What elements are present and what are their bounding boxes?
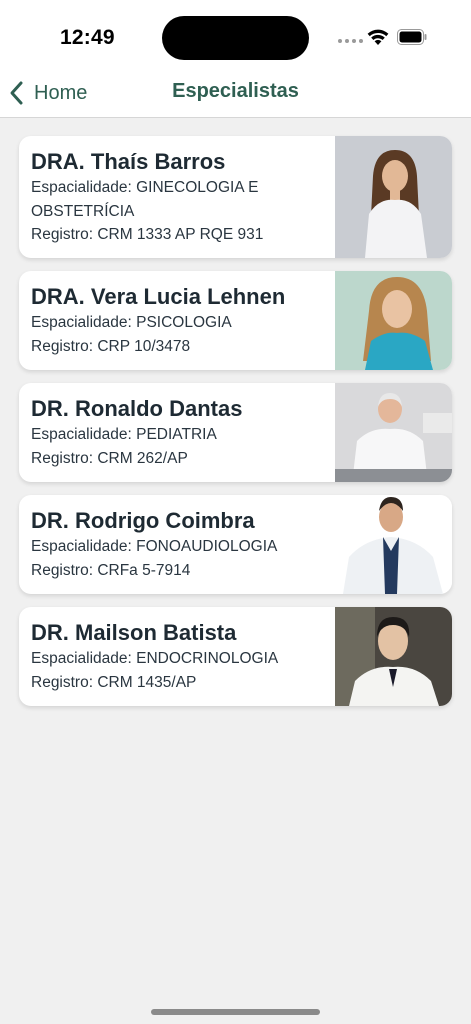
specialist-specialty: Espacialidade: ENDOCRINOLOGIA <box>31 650 279 667</box>
specialist-photo <box>335 136 452 258</box>
specialist-name: DR. Rodrigo Coimbra <box>31 508 255 533</box>
specialist-name: DRA. Thaís Barros <box>31 149 226 174</box>
specialist-name: DRA. Vera Lucia Lehnen <box>31 284 286 309</box>
specialist-specialty: Espacialidade: GINECOLOGIA E OBSTETRÍCIA <box>31 179 259 220</box>
page-title: Especialistas <box>172 80 299 102</box>
specialist-card-thais-barros[interactable]: DRA. Thaís Barros Espacialidade: GINECOL… <box>19 136 452 258</box>
specialist-photo <box>335 495 452 594</box>
specialist-registry: Registro: CRM 1333 AP RQE 931 <box>31 226 264 243</box>
specialists-list: DRA. Thaís Barros Espacialidade: GINECOL… <box>19 136 452 719</box>
battery-icon <box>397 29 427 45</box>
specialist-card-rodrigo-coimbra[interactable]: DR. Rodrigo Coimbra Espacialidade: FONOA… <box>19 495 452 594</box>
card-text: DR. Rodrigo Coimbra Espacialidade: FONOA… <box>19 495 335 594</box>
cellular-signal-icon <box>338 39 363 43</box>
dynamic-island <box>162 16 309 60</box>
specialist-registry: Registro: CRM 262/AP <box>31 449 188 467</box>
wifi-icon <box>367 29 389 45</box>
specialist-registry: Registro: CRFa 5-7914 <box>31 561 191 579</box>
specialist-specialty: Espacialidade: FONOAUDIOLOGIA <box>31 538 278 555</box>
status-time: 12:49 <box>60 26 115 49</box>
specialist-specialty: Espacialidade: PSICOLOGIA <box>31 314 232 331</box>
card-text: DR. Mailson Batista Espacialidade: ENDOC… <box>19 607 335 706</box>
specialist-name: DR. Ronaldo Dantas <box>31 396 243 421</box>
card-text: DR. Ronaldo Dantas Espacialidade: PEDIAT… <box>19 383 335 482</box>
specialist-photo <box>335 271 452 370</box>
specialist-registry: Registro: CRM 1435/AP <box>31 673 197 691</box>
specialist-photo <box>335 607 452 706</box>
status-bar: 12:49 <box>0 0 471 70</box>
card-text: DRA. Vera Lucia Lehnen Espacialidade: PS… <box>19 271 335 370</box>
specialist-name: DR. Mailson Batista <box>31 620 237 645</box>
specialist-registry: Registro: CRP 10/3478 <box>31 337 191 355</box>
specialist-photo <box>335 383 452 482</box>
navigation-bar: Home Especialistas <box>0 70 471 118</box>
specialist-card-mailson-batista[interactable]: DR. Mailson Batista Espacialidade: ENDOC… <box>19 607 452 706</box>
specialist-card-ronaldo-dantas[interactable]: DR. Ronaldo Dantas Espacialidade: PEDIAT… <box>19 383 452 482</box>
home-indicator[interactable] <box>151 1009 320 1015</box>
specialist-specialty: Espacialidade: PEDIATRIA <box>31 426 217 443</box>
card-text: DRA. Thaís Barros Espacialidade: GINECOL… <box>19 136 335 258</box>
specialist-card-vera-lucia-lehnen[interactable]: DRA. Vera Lucia Lehnen Espacialidade: PS… <box>19 271 452 370</box>
